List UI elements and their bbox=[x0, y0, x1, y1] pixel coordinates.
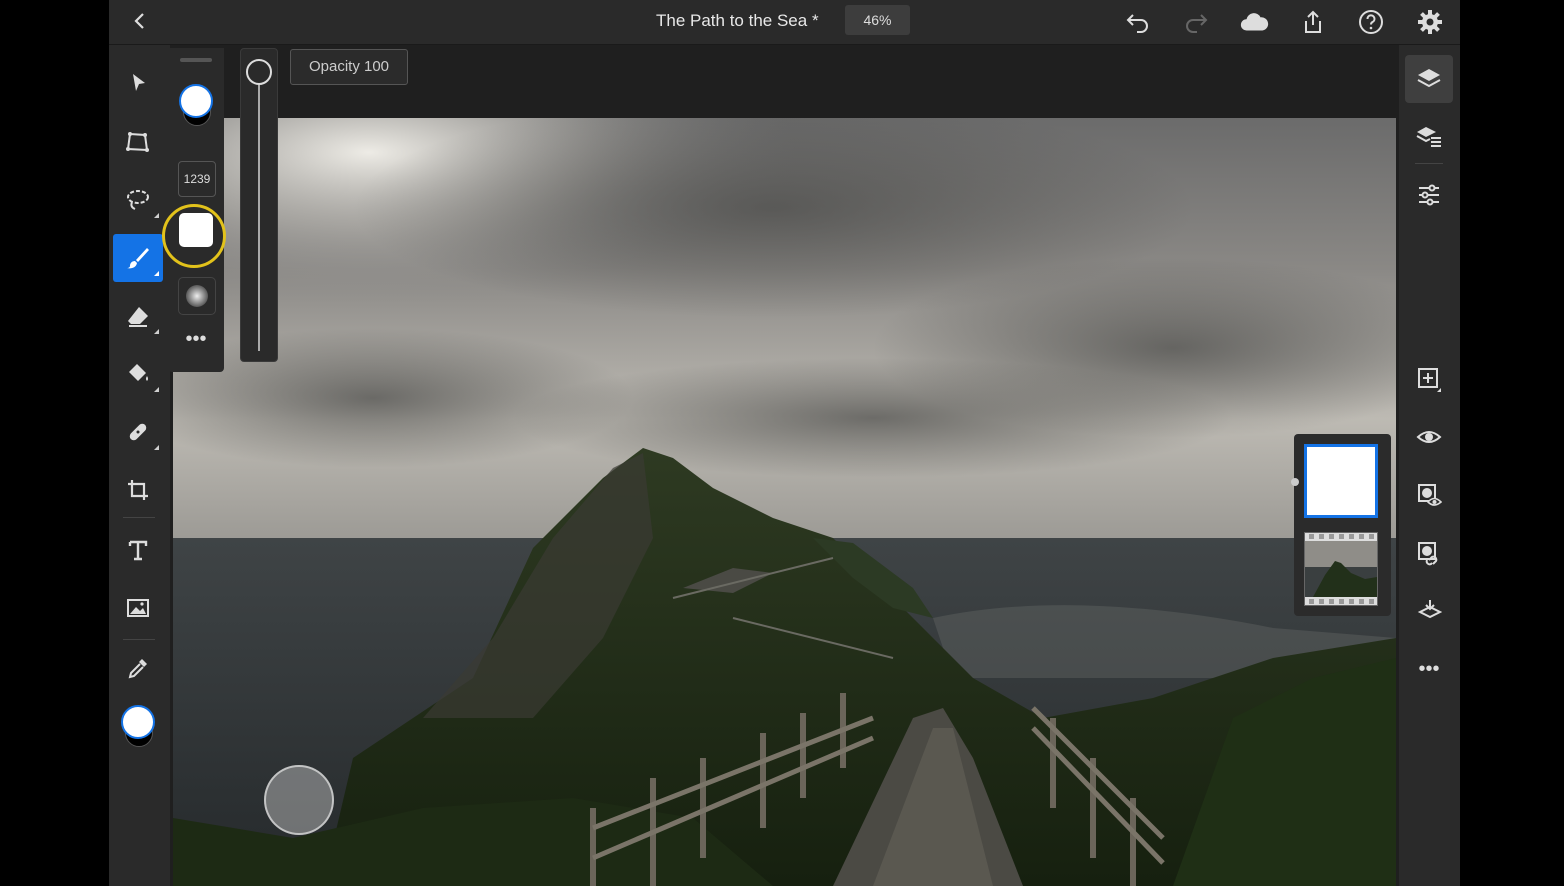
panel-drag-handle[interactable] bbox=[180, 58, 212, 62]
tool-lasso[interactable] bbox=[113, 176, 163, 224]
image-icon bbox=[127, 599, 149, 617]
touch-shortcut-button[interactable] bbox=[264, 765, 334, 835]
right-toolbar: ••• bbox=[1399, 45, 1460, 886]
lasso-icon bbox=[127, 190, 149, 210]
eraser-icon bbox=[128, 307, 148, 327]
redo-icon bbox=[1186, 14, 1208, 33]
tool-paint-bucket[interactable] bbox=[113, 350, 163, 398]
submenu-indicator bbox=[154, 329, 159, 334]
zoom-level[interactable]: 46% bbox=[845, 5, 910, 35]
brush-settings-panel: 1239 ••• bbox=[162, 48, 226, 372]
layer-properties-icon bbox=[1416, 127, 1441, 147]
submenu-indicator bbox=[154, 387, 159, 392]
layers-icon bbox=[1417, 69, 1441, 88]
canvas[interactable] bbox=[173, 118, 1396, 886]
gear-icon bbox=[1418, 10, 1442, 34]
tool-type[interactable] bbox=[113, 526, 163, 574]
help-button[interactable] bbox=[1356, 7, 1386, 37]
mask-eye-icon bbox=[1418, 484, 1442, 506]
brush-tip-preview[interactable] bbox=[179, 213, 213, 247]
bandage-icon bbox=[129, 423, 147, 441]
add-layer-icon bbox=[1418, 368, 1441, 392]
submenu-indicator bbox=[154, 445, 159, 450]
layer-thumbnail-white[interactable] bbox=[1304, 444, 1378, 518]
brush-softness[interactable] bbox=[178, 277, 216, 315]
crop-icon bbox=[128, 480, 148, 500]
back-button[interactable] bbox=[127, 8, 153, 34]
adjustments-button[interactable] bbox=[1405, 171, 1453, 219]
layer-thumbnails bbox=[1291, 434, 1391, 616]
photo-thumbnail bbox=[1305, 533, 1377, 605]
toolbar-divider bbox=[123, 639, 155, 640]
cloud-button[interactable] bbox=[1239, 7, 1269, 37]
app-window: The Path to the Sea * 46% 1239 ••• Opaci… bbox=[109, 0, 1460, 886]
undo-icon bbox=[1126, 14, 1148, 33]
share-button[interactable] bbox=[1298, 7, 1328, 37]
layer-properties-button[interactable] bbox=[1405, 113, 1453, 161]
document-title: The Path to the Sea * bbox=[656, 11, 819, 30]
brush-color-swatch[interactable] bbox=[179, 84, 213, 126]
cloud-icon bbox=[1240, 13, 1269, 31]
tool-crop[interactable] bbox=[113, 466, 163, 514]
left-toolbar bbox=[109, 45, 170, 886]
photo-path-to-the-sea bbox=[173, 118, 1396, 886]
tool-brush[interactable] bbox=[113, 234, 163, 282]
tool-eyedropper[interactable] bbox=[113, 644, 163, 692]
soft-brush-icon bbox=[186, 285, 208, 307]
merge-layer-button[interactable] bbox=[1405, 587, 1453, 635]
layers-button[interactable] bbox=[1405, 55, 1453, 103]
layer-thumbnail-photo[interactable] bbox=[1304, 532, 1378, 606]
link-mask-icon bbox=[1418, 542, 1438, 566]
slider-track bbox=[258, 81, 260, 351]
eyedropper-icon bbox=[128, 659, 147, 679]
opacity-slider[interactable] bbox=[240, 48, 278, 362]
slider-thumb[interactable] bbox=[246, 59, 272, 85]
text-icon bbox=[128, 540, 148, 561]
merge-layers-icon bbox=[1417, 600, 1442, 619]
paint-bucket-icon bbox=[129, 364, 148, 381]
top-bar: The Path to the Sea * 46% bbox=[109, 0, 1460, 45]
add-layer-button[interactable] bbox=[1405, 355, 1453, 403]
eye-icon bbox=[1416, 431, 1442, 443]
opacity-readout: Opacity 100 bbox=[290, 49, 408, 85]
foreground-color bbox=[121, 705, 155, 739]
color-swatch[interactable] bbox=[121, 705, 155, 747]
clipping-mask-button[interactable] bbox=[1405, 529, 1453, 577]
foreground-color bbox=[179, 84, 213, 118]
tool-place-image[interactable] bbox=[113, 584, 163, 632]
submenu-indicator bbox=[154, 213, 159, 218]
mask-visibility-button[interactable] bbox=[1405, 471, 1453, 519]
sliders-icon bbox=[1419, 184, 1439, 206]
undo-button[interactable] bbox=[1123, 7, 1153, 37]
tool-select[interactable] bbox=[113, 59, 163, 107]
toolbar-divider bbox=[1415, 163, 1443, 164]
redo-button[interactable] bbox=[1181, 7, 1211, 37]
transform-icon bbox=[126, 132, 149, 152]
brush-size[interactable]: 1239 bbox=[178, 161, 216, 197]
layer-visibility-button[interactable] bbox=[1405, 413, 1453, 461]
tool-transform[interactable] bbox=[113, 118, 163, 166]
share-icon bbox=[1305, 10, 1321, 33]
layer-selection-dot bbox=[1291, 478, 1299, 486]
tool-eraser[interactable] bbox=[113, 292, 163, 340]
help-icon bbox=[1359, 10, 1383, 34]
chevron-left-icon bbox=[134, 13, 144, 29]
submenu-indicator bbox=[154, 271, 159, 276]
toolbar-divider bbox=[123, 517, 155, 518]
brush-icon bbox=[127, 248, 149, 269]
arrow-pointer-icon bbox=[133, 74, 145, 91]
settings-button[interactable] bbox=[1415, 7, 1445, 37]
tool-healing[interactable] bbox=[113, 408, 163, 456]
layer-more-button[interactable]: ••• bbox=[1405, 645, 1453, 693]
brush-more-button[interactable]: ••• bbox=[178, 328, 214, 358]
